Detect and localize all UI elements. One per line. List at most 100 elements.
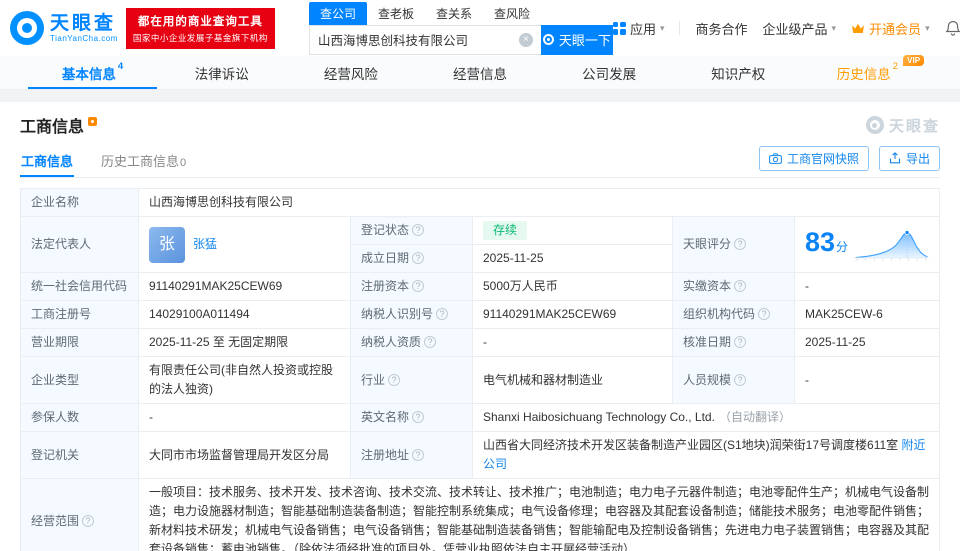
promo-banner: 都在用的商业查询工具 国家中小企业发展子基金旗下机构 <box>125 7 275 49</box>
reg-status-value: 存续 <box>472 216 673 245</box>
nav-enterprise-products[interactable]: 企业级产品 ▾ <box>763 19 837 38</box>
divider <box>679 21 681 35</box>
score-value: 83分 <box>794 216 940 273</box>
eye-icon <box>542 34 554 45</box>
help-icon[interactable]: ? <box>758 308 771 320</box>
tab-company-development[interactable]: 公司发展 <box>545 56 674 89</box>
legal-rep-avatar[interactable]: 张 <box>149 226 185 263</box>
promo-line1: 都在用的商业查询工具 <box>137 15 263 28</box>
help-icon[interactable]: ? <box>412 224 425 236</box>
tab-business-operations[interactable]: 经营信息 <box>415 56 544 89</box>
subtab-count: 0 <box>180 157 187 169</box>
search-tab-risk[interactable]: 查风险 <box>483 2 541 25</box>
chevron-down-icon: ▾ <box>659 22 665 33</box>
nav-apps-label: 应用 <box>629 21 656 37</box>
help-icon[interactable]: ? <box>412 280 425 292</box>
help-icon[interactable]: ? <box>734 373 747 386</box>
help-icon[interactable]: ? <box>436 308 449 320</box>
legal-rep-link[interactable]: 张猛 <box>193 235 217 254</box>
status-badge: 存续 <box>483 221 528 240</box>
bell-icon <box>944 20 960 36</box>
tab-operational-risk[interactable]: 经营风险 <box>286 56 415 89</box>
clear-search-icon[interactable]: × <box>518 32 533 47</box>
company-type-value: 有限责任公司(非自然人投资或控股的法人独资) <box>138 356 351 404</box>
search-tabs: 查公司 查老板 查关系 查风险 <box>308 1 613 25</box>
announcement-icon[interactable] <box>88 116 98 126</box>
business-term-label: 营业期限 <box>20 328 139 357</box>
watermark-text: 天眼查 <box>888 117 940 135</box>
tab-intellectual-property[interactable]: 知识产权 <box>674 56 803 89</box>
help-icon[interactable]: ? <box>82 514 95 527</box>
help-icon[interactable]: ? <box>424 336 437 348</box>
business-term-value: 2025-11-25 至 无固定期限 <box>138 328 351 357</box>
search-tab-company[interactable]: 查公司 <box>308 1 367 25</box>
taxpayer-quality-label: 纳税人资质? <box>350 328 473 357</box>
table-row: 企业类型 有限责任公司(非自然人投资或控股的法人独资) 行业? 电气机械和器材制… <box>20 356 940 404</box>
subtab-business-info[interactable]: 工商信息 <box>20 144 74 177</box>
official-snapshot-button[interactable]: 工商官网快照 <box>758 145 869 171</box>
nav-open-vip[interactable]: 开通会员 ▾ <box>851 19 930 38</box>
subtab-history-business-info[interactable]: 历史工商信息0 <box>100 144 187 177</box>
insured-count-label: 参保人数 <box>20 403 139 432</box>
reg-number-value: 14029100A011494 <box>138 300 351 329</box>
nav-cooperation[interactable]: 商务合作 <box>695 19 747 38</box>
establish-date-value: 2025-11-25 <box>472 244 673 273</box>
search-input[interactable] <box>317 32 519 47</box>
promo-line2: 国家中小企业发展子基金旗下机构 <box>132 32 268 43</box>
tab-label: 历史信息 <box>836 66 891 82</box>
help-icon[interactable]: ? <box>734 336 747 348</box>
business-info-section: 工商信息 天眼查 工商信息 历史工商信息0 工商官网快照 导出 企业名称 山西海… <box>0 102 960 551</box>
credit-code-value: 91140291MAK25CEW69 <box>138 272 351 301</box>
table-row: 工商注册号 14029100A011494 纳税人识别号? 91140291MA… <box>20 300 940 329</box>
score-number: 83分 <box>805 227 849 257</box>
company-name-value: 山西海博思创科技有限公司 <box>138 188 940 217</box>
search-button[interactable]: 天眼一下 <box>540 24 613 55</box>
org-code-label: 组织机构代码? <box>672 300 795 329</box>
reg-authority-label: 登记机关 <box>20 431 139 479</box>
company-type-label: 企业类型 <box>20 356 139 404</box>
tab-count: 4 <box>117 60 124 72</box>
reg-capital-value: 5000万人民币 <box>472 272 673 301</box>
page-gap <box>0 90 960 102</box>
tab-label: 经营信息 <box>452 66 507 82</box>
search-tab-boss[interactable]: 查老板 <box>367 2 425 25</box>
staff-size-label: 人员规模? <box>672 356 795 404</box>
reg-address-value: 山西省大同经济技术开发区装备制造产业园区(S1地块)润荣街17号调度楼611室 … <box>472 431 940 479</box>
help-icon[interactable]: ? <box>734 238 747 250</box>
logo-brand-text: 天眼查 <box>50 12 117 34</box>
tab-history-info[interactable]: 历史信息 2 VIP <box>803 54 932 89</box>
tianyancha-logo[interactable]: 天眼查 TianYanCha.com <box>10 11 118 45</box>
apps-grid-icon <box>612 21 626 35</box>
section-title: 工商信息 <box>20 119 85 136</box>
export-icon <box>889 152 901 164</box>
tab-label: 基本信息 <box>61 66 116 82</box>
snapshot-button-label: 工商官网快照 <box>786 151 859 166</box>
auto-translate-note: （自动翻译） <box>718 410 791 424</box>
reg-number-label: 工商注册号 <box>20 300 139 329</box>
business-info-table: 企业名称 山西海博思创科技有限公司 法定代表人 张 张猛 登记状态? 存续 天眼… <box>20 188 940 551</box>
approved-date-value: 2025-11-25 <box>794 328 940 357</box>
notification-bell[interactable] <box>944 20 960 37</box>
help-icon[interactable]: ? <box>412 252 425 264</box>
table-row: 法定代表人 张 张猛 登记状态? 存续 天眼评分? 83分 <box>20 216 940 273</box>
export-button[interactable]: 导出 <box>878 145 940 171</box>
search-area: 查公司 查老板 查关系 查风险 × 天眼一下 <box>308 1 613 55</box>
company-nav-tabs: 基本信息 4 法律诉讼 经营风险 经营信息 公司发展 知识产权 历史信息 2 VI… <box>0 54 960 90</box>
score-distribution-chart <box>854 229 929 261</box>
reg-authority-value: 大同市市场监督管理局开发区分局 <box>138 431 351 479</box>
taxpayer-quality-value: - <box>472 328 673 357</box>
help-icon[interactable]: ? <box>412 448 425 461</box>
nav-apps[interactable]: 应用 ▾ <box>612 19 665 38</box>
help-icon[interactable]: ? <box>412 411 425 423</box>
reg-status-label: 登记状态? <box>350 216 473 245</box>
search-tab-relation[interactable]: 查关系 <box>425 2 483 25</box>
help-icon[interactable]: ? <box>734 280 747 292</box>
crown-icon <box>852 23 865 33</box>
camera-icon <box>769 152 782 164</box>
tab-label: 知识产权 <box>711 66 766 82</box>
nav-vip-label: 开通会员 <box>869 21 922 37</box>
tab-basic-info[interactable]: 基本信息 4 <box>28 56 157 89</box>
tab-legal-proceedings[interactable]: 法律诉讼 <box>157 56 286 89</box>
nav-cooperation-label: 商务合作 <box>695 21 748 37</box>
help-icon[interactable]: ? <box>388 373 401 386</box>
